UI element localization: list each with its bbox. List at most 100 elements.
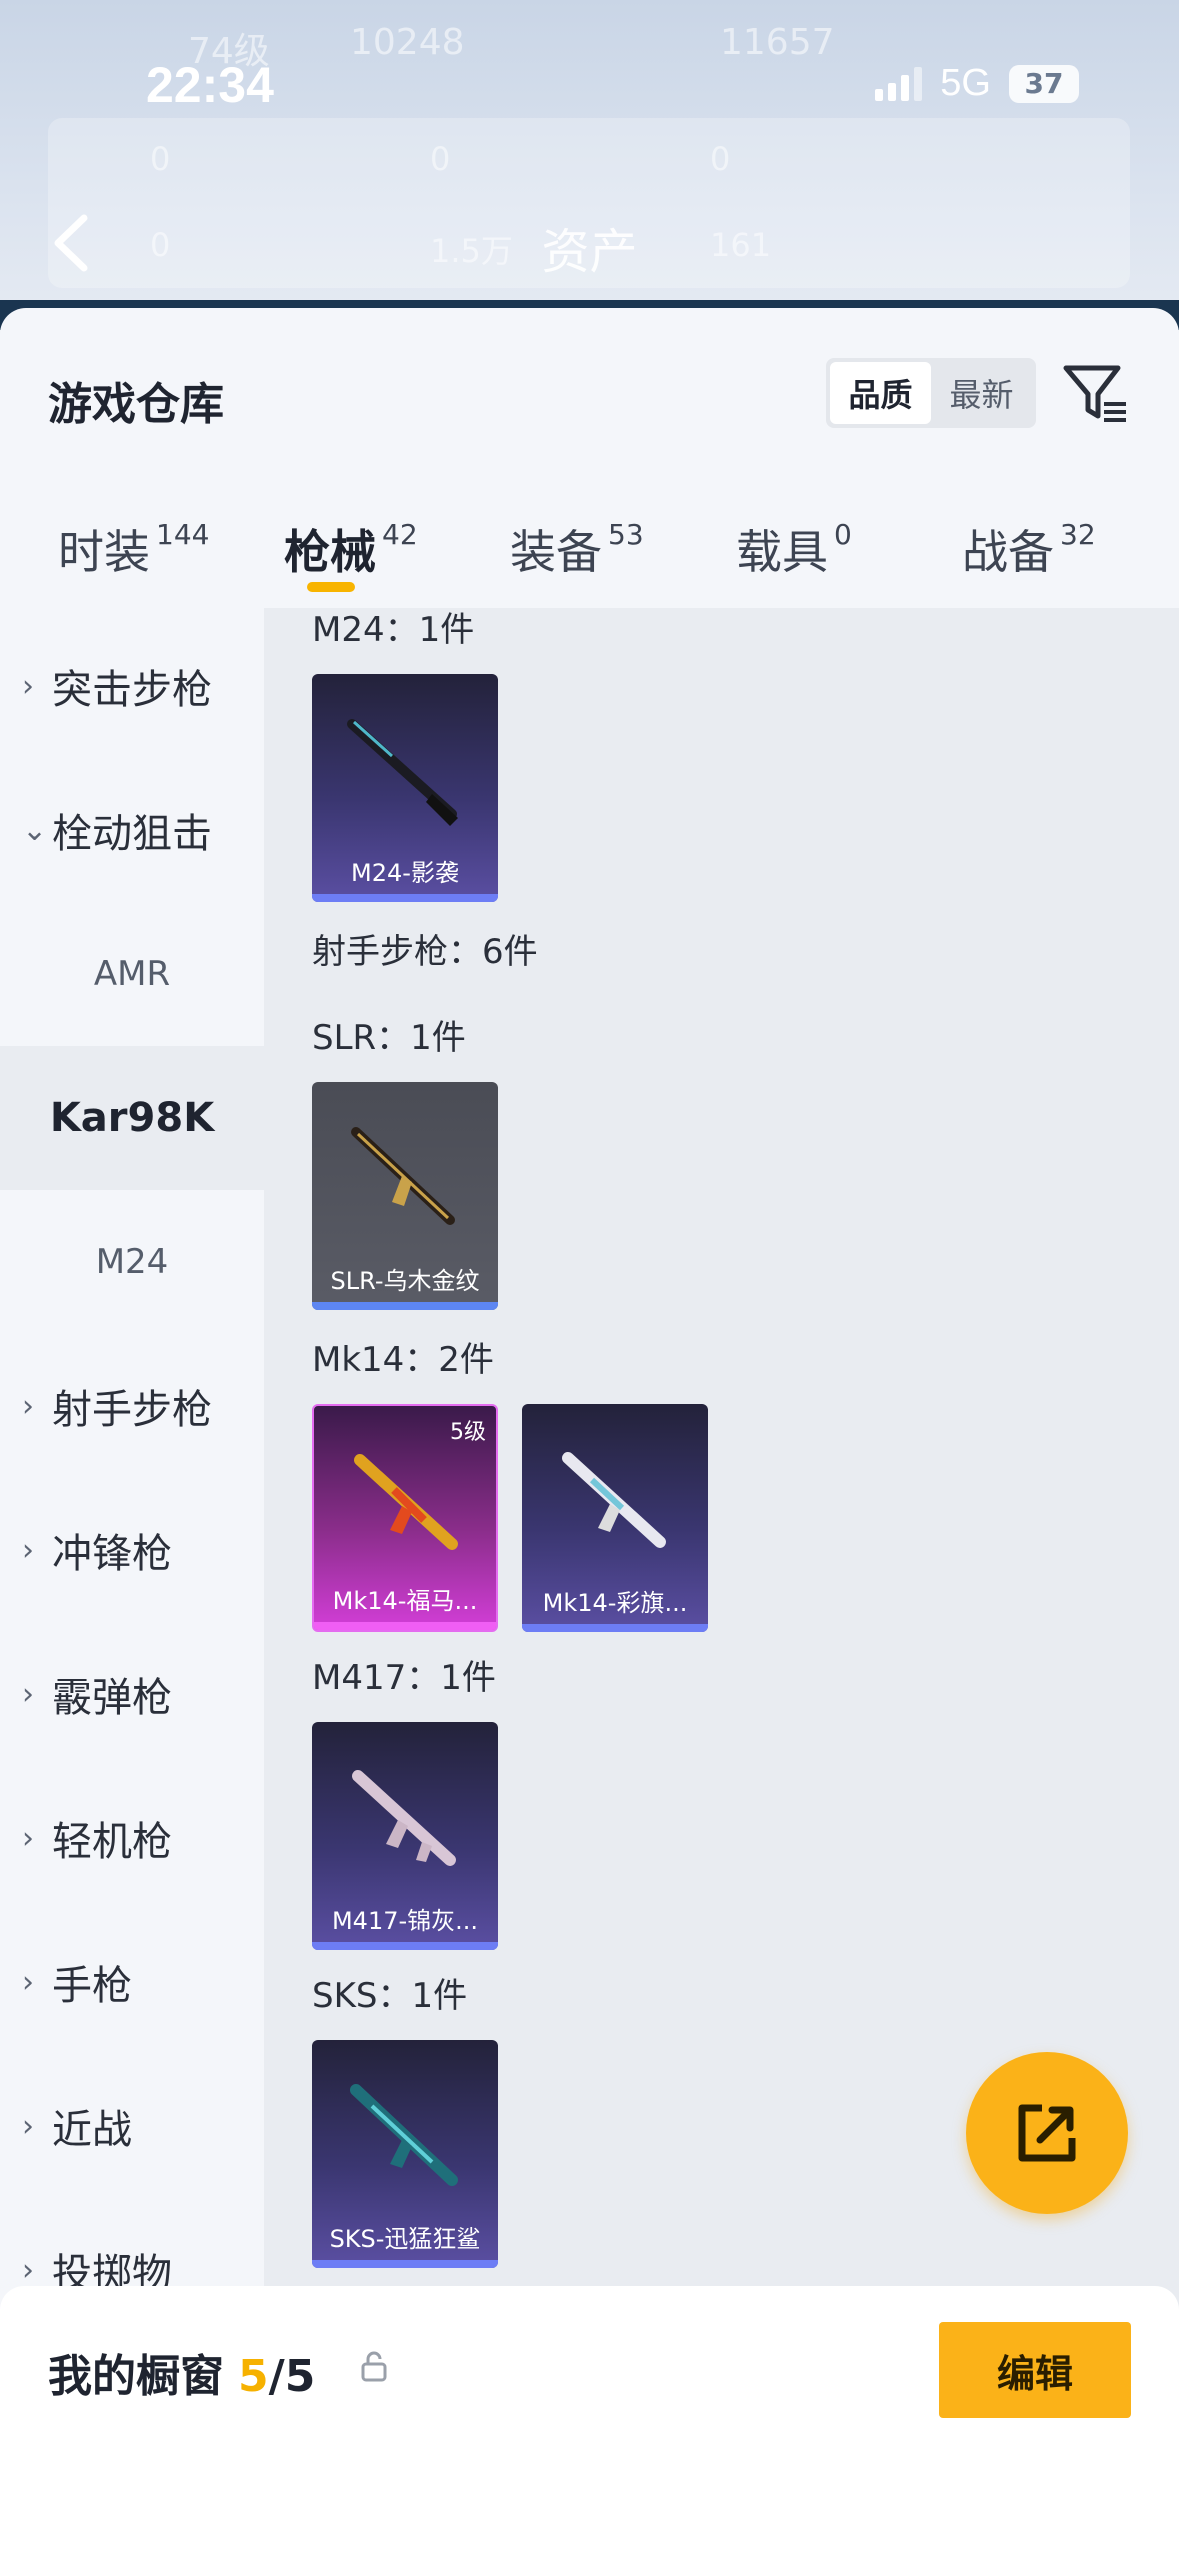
tab-count: 0: [834, 518, 852, 551]
showcase-bar: 我的橱窗 5 /5 编辑: [0, 2286, 1179, 2556]
ghost-stat: 0: [150, 140, 171, 178]
category-melee[interactable]: › 近战: [0, 2054, 264, 2198]
showcase-label: 我的橱窗: [48, 2351, 224, 2402]
subcategory-label: M24: [95, 1242, 169, 1282]
weapon-name: Mk14-福马...: [332, 1587, 478, 1615]
rarity-bar: [312, 894, 498, 902]
ghost-stat: 0: [710, 140, 731, 178]
tab-count: 42: [382, 518, 418, 551]
chevron-right-icon: ›: [22, 668, 34, 704]
category-label: 轻机枪: [52, 1819, 172, 1865]
category-label: 突击步枪: [52, 667, 212, 713]
active-tab-indicator: [307, 582, 355, 592]
group-heading: 射手步枪：6件: [312, 932, 538, 972]
tab-label: 战备: [962, 525, 1054, 579]
chevron-right-icon: ›: [22, 1532, 34, 1568]
category-lmg[interactable]: › 轻机枪: [0, 1766, 264, 1910]
rarity-bar: [312, 2260, 498, 2268]
tab-label: 装备: [510, 525, 602, 579]
rifle-icon: [350, 2084, 458, 2186]
tab-fashion[interactable]: 时装 144: [58, 516, 209, 582]
weapon-name: M24-影袭: [351, 859, 459, 887]
weapon-card[interactable]: Mk14-彩旗...: [522, 1404, 708, 1632]
group-heading: M417：1件: [312, 1658, 496, 1698]
chevron-right-icon: ›: [22, 1964, 34, 2000]
status-bar-right: 5G 37: [875, 62, 1079, 105]
lock-icon: [361, 2351, 387, 2382]
subcategory-label: AMR: [93, 954, 171, 994]
showcase-count-current: 5: [238, 2351, 269, 2402]
ghost-likes: 11657: [720, 22, 835, 63]
showcase-title: 我的橱窗 5 /5: [48, 2340, 315, 2404]
chevron-right-icon: ›: [22, 2108, 34, 2144]
category-smg[interactable]: › 冲锋枪: [0, 1478, 264, 1622]
group-heading: Mk14：2件: [312, 1340, 494, 1380]
weapon-category-list: › 突击步枪 ⌄ 栓动狙击 AMR Kar98K M24 › 射手步枪 › 冲锋…: [0, 608, 264, 2556]
rifle-icon: [351, 1127, 455, 1225]
rarity-bar: [312, 1942, 498, 1950]
weapon-name: SKS-迅猛狂鲨: [329, 2225, 481, 2253]
ghost-views: 10248: [350, 22, 465, 63]
sort-newest-button[interactable]: 最新: [931, 362, 1032, 424]
rifle-icon: [562, 1452, 666, 1548]
weapon-grid: M24：1件 M24-影袭 射手步枪：6件 SLR：1件 SLR-乌木金纹 Mk…: [264, 608, 1179, 2556]
category-marksman-rifle[interactable]: › 射手步枪: [0, 1334, 264, 1478]
chevron-right-icon: ›: [22, 1388, 34, 1424]
subcategory-amr[interactable]: AMR: [0, 902, 264, 1046]
battery-icon: 37: [1009, 64, 1079, 103]
sort-quality-button[interactable]: 品质: [830, 362, 931, 424]
weapon-card[interactable]: M417-锦灰...: [312, 1722, 498, 1950]
chevron-right-icon: ›: [22, 1820, 34, 1856]
rifle-icon: [354, 1454, 458, 1550]
filter-icon[interactable]: [1060, 358, 1130, 428]
rarity-bar: [312, 1302, 498, 1310]
showcase-count-total: /5: [268, 2351, 316, 2402]
chevron-down-icon: ⌄: [22, 812, 48, 848]
share-button[interactable]: [966, 2052, 1128, 2214]
category-label: 射手步枪: [52, 1387, 212, 1433]
tab-count: 32: [1060, 518, 1096, 551]
group-heading: SKS：1件: [312, 1976, 468, 2016]
warehouse-sheet: 游戏仓库 品质 最新 时装 144 枪械 42 装备 53 载具 0 战备 32…: [0, 308, 1179, 2556]
status-time: 22:34: [146, 57, 274, 113]
tab-equipment[interactable]: 装备 53: [510, 516, 644, 582]
tab-label: 时装: [58, 525, 150, 579]
subcategory-kar98k[interactable]: Kar98K: [0, 1046, 264, 1190]
tab-vehicles[interactable]: 载具 0: [736, 516, 852, 582]
chevron-right-icon: ›: [22, 1676, 34, 1712]
tab-label: 载具: [736, 525, 828, 579]
category-label: 栓动狙击: [52, 811, 212, 857]
weapon-card[interactable]: SLR-乌木金纹: [312, 1082, 498, 1310]
category-label: 近战: [52, 2107, 132, 2153]
network-type: 5G: [940, 62, 991, 104]
rifle-icon: [352, 1770, 456, 1866]
rifle-icon: [347, 719, 458, 826]
weapon-card[interactable]: 5级 Mk14-福马...: [312, 1404, 498, 1632]
weapon-card[interactable]: SKS-迅猛狂鲨: [312, 2040, 498, 2268]
category-bolt-sniper[interactable]: ⌄ 栓动狙击: [0, 758, 264, 902]
tab-label: 枪械: [284, 525, 376, 579]
subcategory-m24[interactable]: M24: [0, 1190, 264, 1334]
tab-count: 53: [608, 518, 644, 551]
category-assault-rifle[interactable]: › 突击步枪: [0, 614, 264, 758]
rarity-bar: [522, 1624, 708, 1632]
tab-weapons[interactable]: 枪械 42: [284, 516, 418, 582]
tab-supplies[interactable]: 战备 32: [962, 516, 1096, 582]
page-title: 资产: [541, 224, 638, 280]
tab-count: 144: [156, 518, 210, 551]
warehouse-title: 游戏仓库: [48, 379, 224, 430]
weapon-card[interactable]: M24-影袭: [312, 674, 498, 902]
weapon-name: M417-锦灰...: [331, 1907, 479, 1935]
chevron-right-icon: ›: [22, 2252, 34, 2288]
rarity-bar: [314, 1622, 496, 1630]
group-heading: M24：1件: [312, 610, 475, 650]
signal-icon: [875, 66, 923, 101]
group-heading: SLR：1件: [312, 1018, 466, 1058]
category-shotgun[interactable]: › 霰弹枪: [0, 1622, 264, 1766]
ghost-stat: 0: [430, 140, 451, 178]
category-pistol[interactable]: › 手枪: [0, 1910, 264, 2054]
category-label: 冲锋枪: [52, 1531, 172, 1577]
category-label: 手枪: [52, 1963, 132, 2009]
subcategory-label: Kar98K: [49, 1095, 215, 1141]
edit-button[interactable]: 编辑: [939, 2322, 1131, 2418]
